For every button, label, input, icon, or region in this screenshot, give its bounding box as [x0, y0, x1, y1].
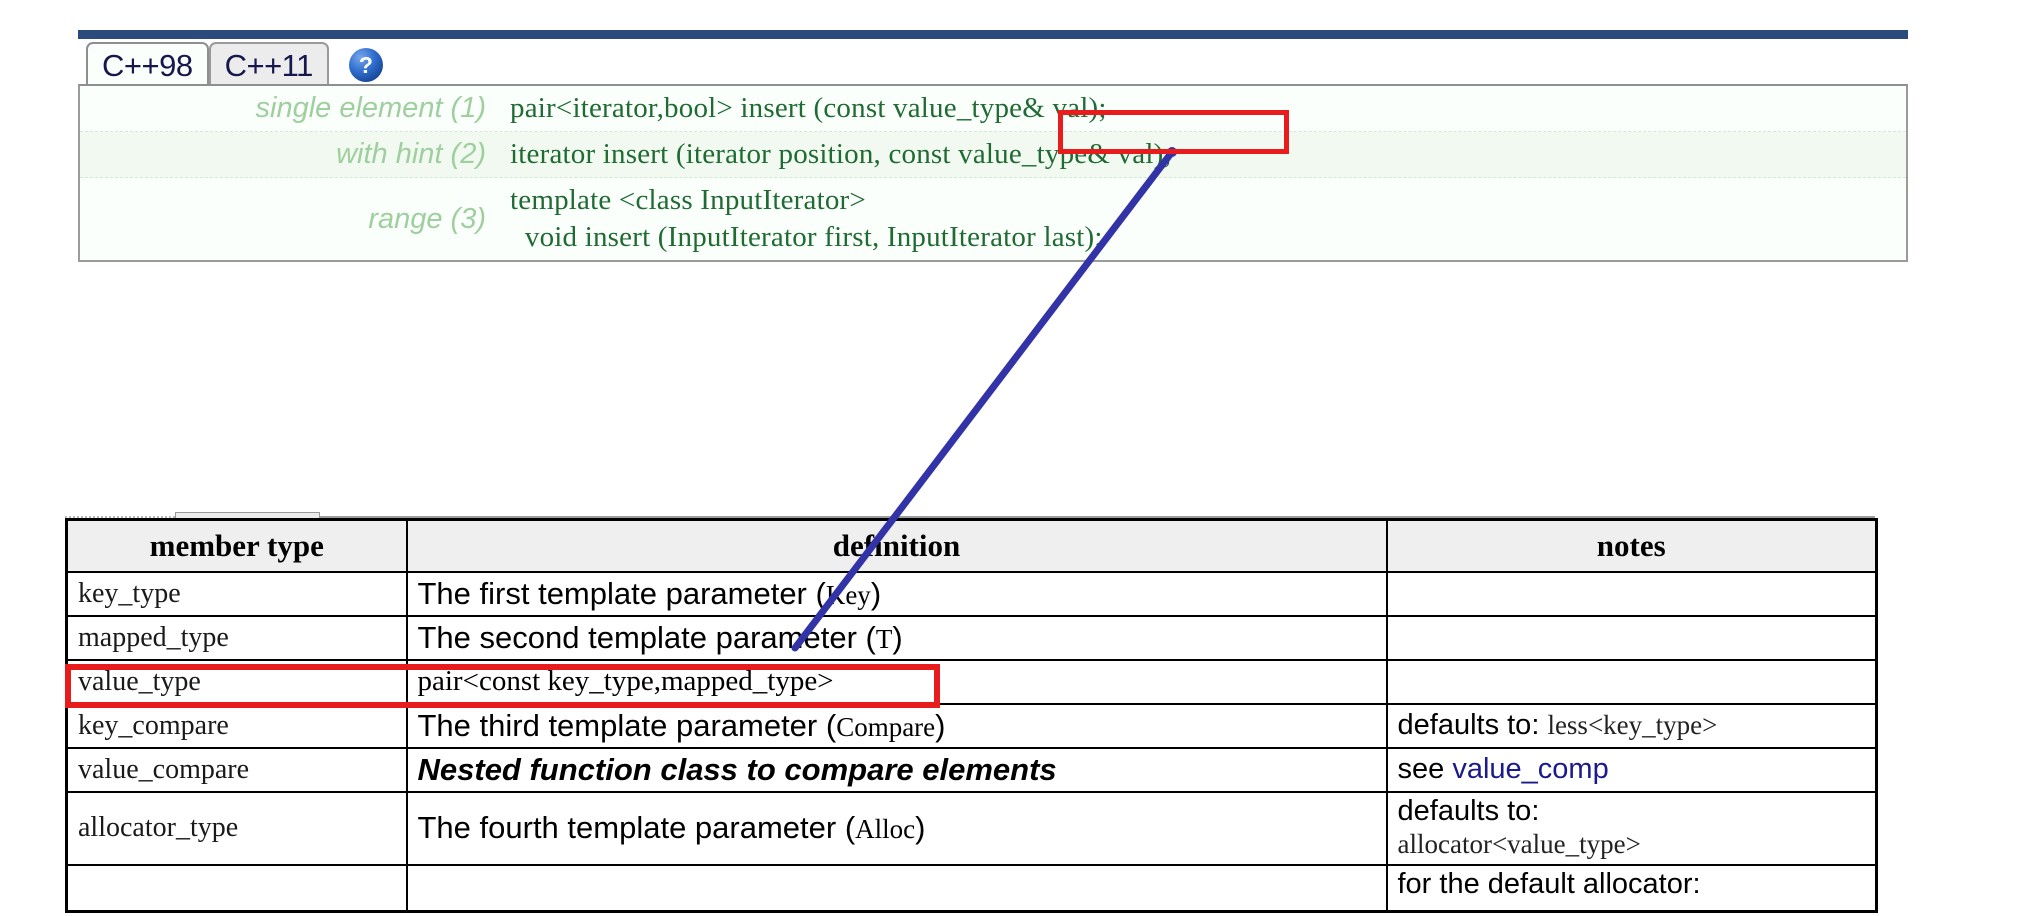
member-type-table-container: member type definition notes key_type Th…	[65, 512, 1878, 913]
notes-link-value-comp[interactable]: value_comp	[1452, 753, 1608, 785]
highlight-box-signature-value-type	[1058, 110, 1289, 154]
signature-row-single-element: single element (1) pair<iterator,bool> i…	[80, 86, 1906, 133]
cell-member-type: key_compare	[65, 702, 408, 749]
notes-code: less<key_type>	[1547, 709, 1718, 740]
help-question-icon[interactable]: ?	[348, 48, 383, 82]
tab-cpp11[interactable]: C++11	[208, 42, 329, 86]
table-row: key_compare The third template parameter…	[65, 702, 1878, 749]
table-header-row: member type definition notes	[65, 518, 1878, 573]
table-row: key_type The first template parameter (K…	[65, 570, 1878, 617]
cell-notes	[1385, 658, 1878, 705]
definition-text: The fourth template parameter (	[417, 810, 856, 846]
signature-code-range: template <class InputIterator> void inse…	[510, 184, 1103, 254]
cell-member-type: value_type	[65, 658, 408, 705]
definition-text: The second template parameter (	[417, 619, 876, 655]
cell-definition: The third template parameter (Compare)	[405, 702, 1388, 749]
cell-definition: The second template parameter (T)	[405, 614, 1388, 661]
definition-text: The first template parameter (	[417, 575, 826, 611]
cell-member-type: mapped_type	[65, 614, 408, 661]
definition-suffix: )	[935, 707, 946, 743]
cell-definition: Nested function class to compare element…	[405, 746, 1388, 793]
signature-row-range: range (3) template <class InputIterator>…	[80, 178, 1906, 260]
definition-code: Alloc	[855, 814, 916, 845]
table-row: value_type pair<const key_type,mapped_ty…	[65, 658, 1878, 705]
signature-label-single-element: single element (1)	[255, 92, 487, 124]
table-row: allocator_type The fourth template param…	[65, 790, 1878, 867]
cell-notes: see value_comp	[1385, 746, 1878, 793]
cell-member-type: value_compare	[65, 746, 408, 793]
definition-suffix: )	[915, 810, 926, 846]
cell-member-type: allocator_type	[65, 790, 408, 867]
signature-label-range: range (3)	[368, 202, 486, 235]
cell-notes	[1385, 570, 1878, 617]
signature-row-with-hint: with hint (2) iterator insert (iterator …	[80, 132, 1906, 179]
notes-text: for the default allocator:	[1397, 868, 1701, 901]
cell-definition	[405, 864, 1388, 913]
member-type-table: member type definition notes key_type Th…	[65, 518, 1878, 913]
definition-text: The third template parameter (	[417, 707, 837, 743]
cell-definition: The fourth template parameter (Alloc)	[405, 790, 1388, 867]
notes-text: defaults to:	[1397, 794, 1540, 827]
cell-notes: defaults to: allocator<value_type>	[1385, 790, 1878, 867]
definition-code: Compare	[836, 711, 936, 742]
cell-notes: for the default allocator:	[1385, 864, 1878, 913]
version-tabstrip: C++98 C++11?	[78, 42, 1908, 86]
notes-code: allocator<value_type>	[1397, 828, 1641, 859]
signature-panel: C++98 C++11? single element (1) pair<iter…	[78, 30, 1908, 263]
residual-tab-sliver	[175, 512, 320, 518]
table-row: mapped_type The second template paramete…	[65, 614, 1878, 661]
column-header-definition: definition	[405, 518, 1388, 573]
cell-definition: pair<const key_type,mapped_type>	[405, 658, 1388, 705]
panel-top-accent-bar	[78, 30, 1908, 39]
definition-suffix: )	[870, 575, 882, 611]
tab-cpp98[interactable]: C++98	[86, 42, 209, 86]
notes-text: defaults to:	[1397, 708, 1548, 741]
table-row-clipped: for the default allocator:	[65, 864, 1878, 913]
signature-label-with-hint: with hint (2)	[336, 138, 486, 171]
residual-tab-dotted-edge	[65, 516, 175, 520]
cell-notes	[1385, 614, 1878, 661]
notes-text: see	[1397, 752, 1453, 785]
cell-definition: The first template parameter (Key)	[405, 570, 1388, 617]
cell-member-type	[65, 864, 408, 913]
definition-code: Key	[825, 579, 871, 610]
cell-member-type: key_type	[65, 570, 408, 617]
residual-tab-rule	[320, 516, 1875, 518]
cell-notes: defaults to: less<key_type>	[1385, 702, 1878, 749]
definition-suffix: )	[892, 619, 903, 655]
column-header-notes: notes	[1385, 518, 1878, 573]
column-header-member-type: member type	[65, 518, 408, 573]
table-row: value_compare Nested function class to c…	[65, 746, 1878, 793]
signature-list: single element (1) pair<iterator,bool> i…	[78, 84, 1908, 263]
definition-code: T	[875, 623, 893, 654]
